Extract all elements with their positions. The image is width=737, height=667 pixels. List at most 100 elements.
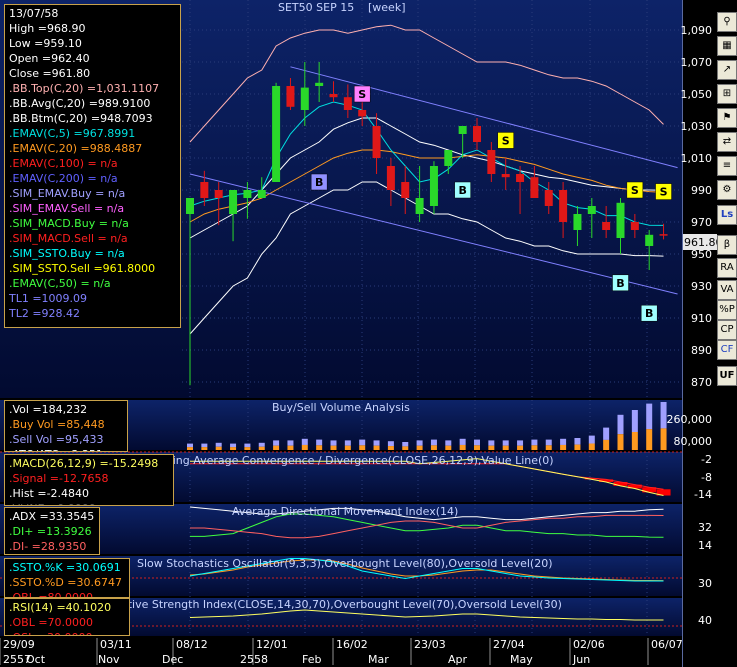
volume-sell-bar [301, 438, 308, 445]
candle-body [358, 110, 367, 117]
value-axis-label: -2 [701, 453, 712, 466]
adx-info-line: .DI- =28.9350 [9, 540, 87, 553]
volume-buy-bar [459, 444, 466, 450]
volume-buy-bar [430, 445, 437, 450]
value-axis-label: 1,070 [681, 56, 713, 69]
volume-sell-bar [646, 403, 653, 430]
volume-buy-bar [560, 444, 567, 450]
side-button-beta[interactable]: β [717, 235, 737, 255]
price-info-line: High =968.90 [9, 22, 86, 35]
side-button-va[interactable]: VA [717, 280, 737, 300]
signal-marker-label: S [631, 184, 639, 197]
volume-buy-bar [287, 445, 294, 450]
value-axis-label: 1,050 [681, 88, 713, 101]
candle-body [487, 150, 496, 174]
candle-body [372, 126, 381, 158]
chart-window: B S B S S S B B 1,090 1,070 1,050 1,030 1,010 990 970… [0, 0, 737, 667]
date-label-week: 03/11 [100, 638, 132, 651]
signal-marker-label: B [645, 307, 653, 320]
candle-body [602, 222, 611, 230]
candle-body [343, 97, 352, 110]
signal-marker-label: S [660, 186, 668, 199]
rsi-info-line: .RSI(14) =40.1020 [9, 601, 112, 614]
side-tool-settings[interactable]: ⚙ [717, 180, 737, 200]
side-tool-zoom[interactable]: ⚲ [717, 12, 737, 32]
candle-body [243, 190, 252, 198]
volume-buy-bar [330, 445, 337, 450]
value-axis-label: 80,000 [674, 435, 713, 448]
side-button-cf[interactable]: CF [717, 340, 737, 360]
rsi-info-line: .OSL =30.0000 [9, 630, 125, 635]
candle-body [386, 166, 395, 190]
candle-body [444, 150, 453, 166]
volume-sell-bar [631, 410, 638, 432]
volume-sell-bar [387, 441, 394, 447]
price-info-line: .EMAV(C,200) = n/a [9, 172, 118, 185]
side-tool-indicator[interactable]: ⊞ [717, 84, 737, 104]
volume-sell-bar [215, 442, 222, 447]
volume-buy-bar [201, 447, 208, 450]
volume-sell-bar [430, 439, 437, 446]
volume-buy-bar [646, 429, 653, 450]
volume-sell-bar [187, 443, 193, 448]
date-label-week: 02/06 [573, 638, 605, 651]
price-info-line: Low =959.10 [9, 37, 82, 50]
macd-info-line: .Hist =-2.4840 [9, 487, 90, 500]
side-tool-ls[interactable]: Ls [717, 205, 737, 225]
volume-sell-bar [402, 442, 409, 447]
volume-buy-bar [359, 445, 366, 450]
macd-info-line: .VLINE =0.0000 [9, 501, 169, 505]
candle-body [458, 126, 467, 134]
date-label-month: 2558 [240, 653, 268, 666]
volume-buy-bar [187, 447, 193, 450]
adx-panel-title: Average Directional Movement Index(14) [232, 505, 458, 518]
candle-body [415, 198, 424, 214]
volume-buy-bar [517, 445, 524, 450]
volume-buy-bar [445, 445, 452, 450]
volume-info-line: .Vol =184,232 [9, 403, 88, 416]
date-label-month: Nov [98, 653, 120, 666]
price-info-panel: 13/07/58 High =968.90 Low =959.10 Open =962… [4, 4, 181, 328]
side-tool-signal[interactable]: ⚑ [717, 108, 737, 128]
value-axis-label: 14 [698, 539, 712, 552]
volume-buy-bar [574, 444, 581, 450]
side-tool-compare[interactable]: ⇄ [717, 132, 737, 152]
volume-buy-bar [273, 445, 280, 450]
side-button-uf[interactable]: UF [717, 366, 737, 386]
volume-sell-bar [488, 440, 495, 446]
value-axis-label: -14 [694, 488, 712, 501]
candle-body [544, 190, 553, 206]
value-axis-label: 1,090 [681, 24, 713, 37]
signal-marker-label: B [315, 176, 323, 189]
value-axis-label: 1,030 [681, 120, 713, 133]
rsi-panel-title: Relative Strength Index(CLOSE,14,30,70),… [104, 598, 562, 611]
chart-icon: ▦ [722, 40, 732, 51]
candle-body [429, 166, 438, 206]
side-tool-trend[interactable]: ↗ [717, 60, 737, 80]
date-label-week: 12/01 [256, 638, 288, 651]
value-axis-label: 32 [698, 521, 712, 534]
side-tool-chart[interactable]: ▦ [717, 36, 737, 56]
side-button-cp[interactable]: CP [717, 320, 737, 340]
value-axis-label: -8 [701, 471, 712, 484]
value-axis-label: 970 [691, 216, 712, 229]
candle-body [516, 174, 525, 182]
side-tool-layers[interactable]: ≡ [717, 156, 737, 176]
side-button-percent-p[interactable]: %P [717, 300, 737, 320]
rsi-info-line: .OBL =70.0000 [9, 616, 94, 629]
volume-info-line: .ATO/ATC =3,351 [9, 447, 123, 451]
macd-info-line: .Signal =-12.7658 [9, 472, 109, 485]
signal-icon: ⚑ [722, 112, 732, 123]
volume-sell-bar [330, 440, 337, 446]
side-button-ra[interactable]: RA [717, 258, 737, 278]
candle-body [473, 126, 481, 142]
adx-info-line: .ADX =33.3545 [9, 510, 95, 523]
value-axis-label: 870 [691, 376, 712, 389]
value-axis-label: 260,000 [667, 413, 713, 426]
adx-info-line: .DI+ =13.3926 [9, 525, 92, 538]
volume-info-line: .Sell Vol =95,433 [9, 433, 104, 446]
volume-buy-bar [387, 446, 394, 450]
volume-buy-bar [531, 445, 538, 450]
candle-body [214, 190, 223, 198]
rsi-info-panel: .RSI(14) =40.1020 .OBL =70.0000.OSL =30.0… [4, 598, 130, 636]
